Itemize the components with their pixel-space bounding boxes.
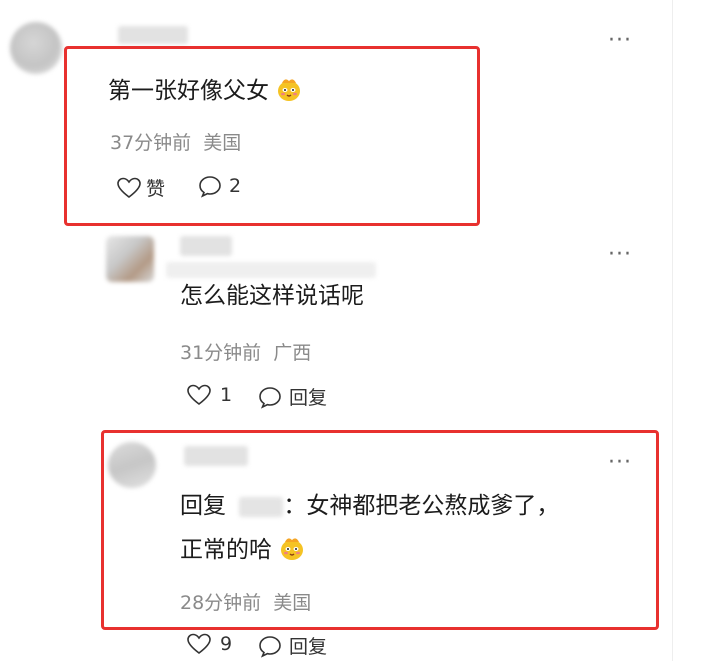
like-button[interactable]: 赞 [116,174,165,201]
reply-meta: 31分钟前 广西 [180,338,311,365]
comment-bubble-icon [259,635,281,658]
timestamp: 37分钟前 [110,132,192,154]
reply-text: 怎么能这样说话呢 [180,283,364,309]
more-options-icon[interactable]: ··· [608,452,632,474]
like-label: 赞 [146,178,166,200]
reply-button[interactable]: 回复 [257,383,327,410]
reply-text-line2: 正常的哈 [180,535,305,565]
more-options-icon[interactable]: ··· [608,244,632,266]
reply-text-line1: 回复 ：女神都把老公熬成爹了， [180,493,559,521]
timestamp: 31分钟前 [180,342,262,364]
like-count: 9 [220,633,233,655]
avatar[interactable] [10,22,62,74]
mention-blurred[interactable] [239,496,284,517]
avatar[interactable] [106,236,154,282]
comment-bubble-icon [199,176,221,198]
comment-bubble-icon [259,386,281,409]
reply-count-button[interactable]: 2 [197,174,241,198]
username-blurred-extra [166,262,376,278]
more-options-icon[interactable]: ··· [608,30,632,52]
username-blurred[interactable] [118,26,188,44]
emoji-icon [278,79,301,101]
panel-divider [672,0,673,661]
reply-label: 回复 [289,636,328,658]
heart-icon [187,633,211,655]
heart-icon [117,177,141,198]
emoji-icon [281,538,304,560]
timestamp: 28分钟前 [180,592,262,614]
location: 美国 [273,592,312,614]
reply-label: 回复 [289,387,328,409]
reply-button[interactable]: 回复 [257,632,327,659]
heart-icon [187,384,211,406]
comment-body: 第一张好像父女 [108,78,269,104]
reply-count: 2 [229,175,242,197]
avatar[interactable] [108,442,156,488]
like-count: 1 [220,384,233,406]
location: 美国 [203,132,242,154]
comment-text: 第一张好像父女 [108,76,302,106]
reply-body-line2: 正常的哈 [180,537,272,563]
reply-prefix: 回复 [180,493,226,519]
username-blurred[interactable] [180,236,232,256]
reply-body-line1: ：女神都把老公熬成爹了， [283,493,560,519]
location: 广西 [273,342,312,364]
like-button[interactable]: 9 [186,632,232,656]
reply-meta: 28分钟前 美国 [180,588,311,615]
username-blurred[interactable] [184,446,248,466]
comment-meta: 37分钟前 美国 [110,128,241,155]
like-button[interactable]: 1 [186,383,232,407]
